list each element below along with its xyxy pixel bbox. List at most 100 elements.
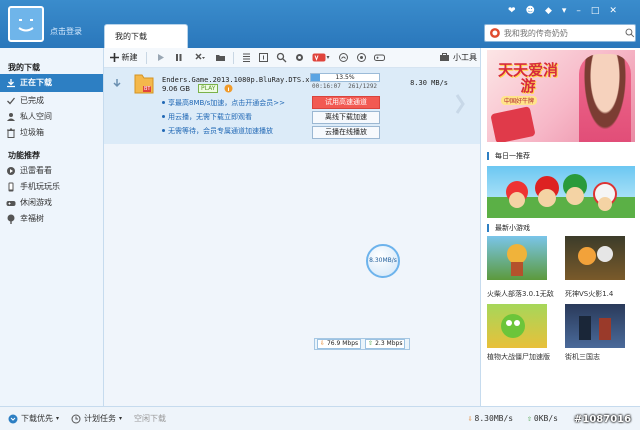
login-link[interactable]: 点击登录 bbox=[50, 26, 82, 37]
download-priority-label: 下载优先 bbox=[21, 414, 53, 423]
bullet bbox=[162, 129, 165, 132]
folder-icon bbox=[215, 55, 225, 61]
gamepad-icon bbox=[373, 54, 385, 61]
open-folder-button[interactable] bbox=[211, 48, 229, 68]
download-task-row[interactable]: BT Enders.Game.2013.1080p.BluRay.DTS.x..… bbox=[104, 68, 480, 144]
network-meter: ⇩ 76.9 Mbps ⇧ 2.3 Mbps bbox=[314, 338, 410, 350]
minimize-button[interactable]: – bbox=[576, 6, 581, 16]
start-button[interactable] bbox=[151, 48, 169, 68]
download-priority-toggle[interactable]: 下载优先 ▾ bbox=[8, 413, 59, 424]
banner-subtitle: 中国好牛牌 bbox=[501, 96, 538, 105]
up-rate-value: 2.3 Mbps bbox=[375, 340, 403, 347]
offline-download-button[interactable]: 离线下载加速 bbox=[312, 111, 380, 124]
daily-recommend-image[interactable] bbox=[487, 166, 635, 218]
game-thumb-stickman[interactable] bbox=[487, 236, 547, 280]
sidebar-item-trash[interactable]: 垃圾箱 bbox=[0, 124, 103, 142]
download-arrow-icon bbox=[113, 79, 121, 88]
search-input[interactable] bbox=[503, 28, 623, 38]
trash-icon bbox=[7, 128, 15, 138]
sidebar-section-recommend: 功能推荐 bbox=[8, 151, 40, 160]
sidebar-section-downloads: 我的下载 bbox=[8, 63, 40, 72]
down-rate-value: 76.9 Mbps bbox=[326, 340, 359, 347]
sidebar-item-tree[interactable]: 幸福树 bbox=[0, 210, 103, 228]
tools-button[interactable]: 小工具 bbox=[436, 48, 480, 68]
game-banner[interactable]: 天天爱消游 中国好牛牌 bbox=[487, 50, 635, 142]
remote-button[interactable] bbox=[352, 48, 370, 68]
vip-speedup-link[interactable]: 享最高8MB/s加速，点击开通会员>> bbox=[168, 98, 285, 108]
sidebar-item-label: 休闲游戏 bbox=[20, 198, 52, 207]
bt-badge: BT bbox=[143, 86, 152, 92]
watermark: #1087016 bbox=[574, 414, 632, 425]
game-button[interactable] bbox=[370, 48, 388, 68]
progress-bar: 13.5% bbox=[310, 73, 380, 82]
delete-button[interactable] bbox=[187, 48, 211, 68]
user-icon[interactable]: ☻ bbox=[526, 6, 535, 16]
pause-icon bbox=[175, 54, 181, 61]
cloud-play-link[interactable]: 用云播，无需下载立即观看 bbox=[168, 112, 252, 122]
pause-button[interactable] bbox=[169, 48, 187, 68]
avatar[interactable] bbox=[8, 6, 44, 42]
scheduled-task-button[interactable]: 计划任务 ▾ bbox=[71, 413, 122, 424]
list-view-button[interactable] bbox=[238, 48, 254, 68]
total-up-speed: ⇧ 0KB/s bbox=[527, 414, 558, 423]
info-icon[interactable] bbox=[224, 84, 233, 93]
bullet bbox=[162, 101, 165, 104]
search-icon[interactable] bbox=[625, 28, 635, 38]
maximize-button[interactable]: □ bbox=[591, 6, 600, 16]
total-down-speed: ⇩ 8.30MB/s bbox=[468, 414, 513, 423]
game-title[interactable]: 植物大战僵尸加速版 bbox=[487, 352, 559, 362]
elapsed-time: 00:16:07 bbox=[312, 83, 341, 90]
details-icon bbox=[258, 53, 268, 62]
progress-percent: 13.5% bbox=[335, 74, 355, 81]
cloud-button[interactable] bbox=[334, 48, 352, 68]
cloud-play-button[interactable]: 云播在线播放 bbox=[312, 126, 380, 139]
try-high-speed-button[interactable]: 试用高速通道 bbox=[312, 96, 380, 109]
daily-recommend-heading: 每日一推荐 bbox=[487, 152, 530, 160]
download-speed: 8.30 MB/s bbox=[410, 79, 448, 87]
down-arrow-icon: ⇩ bbox=[467, 414, 473, 423]
remote-icon bbox=[356, 53, 366, 62]
cloud-icon bbox=[338, 53, 348, 62]
sidebar-item-label: 私人空间 bbox=[20, 112, 52, 121]
clock-icon bbox=[71, 414, 81, 423]
close-button[interactable]: ✕ bbox=[609, 6, 617, 16]
delete-icon bbox=[194, 53, 205, 60]
file-size: 9.06 GB bbox=[162, 85, 191, 93]
chevron-right-icon[interactable] bbox=[454, 92, 466, 116]
vip-button[interactable]: ▾ bbox=[308, 48, 334, 68]
speed-ball[interactable]: 8.30MB/s bbox=[366, 244, 400, 278]
vip-channel-link[interactable]: 无需等待，会员专属通道加速播放 bbox=[168, 126, 273, 136]
tab-my-downloads[interactable]: 我的下载 bbox=[104, 24, 188, 48]
game-thumb-bleach-naruto[interactable] bbox=[565, 236, 625, 280]
details-button[interactable] bbox=[254, 48, 272, 68]
favorite-icon[interactable]: ❤ bbox=[508, 6, 516, 16]
play-badge-label: PLAY bbox=[201, 85, 216, 92]
idle-download-button[interactable]: 空闲下载 bbox=[134, 413, 166, 424]
play-badge[interactable]: PLAY bbox=[198, 84, 219, 93]
total-down-value: 8.30MB/s bbox=[474, 414, 514, 423]
down-arrow-icon: ⇩ bbox=[320, 340, 326, 347]
gear-icon bbox=[295, 54, 303, 61]
tree-icon bbox=[7, 214, 15, 224]
sidebar-item-label: 已完成 bbox=[20, 96, 44, 105]
new-task-button[interactable]: 新建 bbox=[104, 48, 142, 68]
download-icon bbox=[7, 79, 15, 88]
search-engine-icon[interactable] bbox=[489, 27, 501, 39]
chevron-down-icon: ▾ bbox=[119, 415, 123, 422]
search-box[interactable] bbox=[484, 24, 636, 42]
game-title[interactable]: 火柴人部落3.0.1无敌 bbox=[487, 289, 559, 299]
pieces-count: 261/1292 bbox=[348, 83, 378, 90]
skin-icon[interactable]: ◆ bbox=[545, 6, 552, 16]
game-title[interactable]: 死神VS火影1.4 bbox=[565, 289, 637, 299]
settings-button[interactable] bbox=[290, 48, 308, 68]
game-thumb-pvz[interactable] bbox=[487, 304, 547, 348]
menu-icon[interactable]: ▾ bbox=[562, 6, 567, 16]
vip-icon bbox=[312, 53, 326, 62]
game-title[interactable]: 街机三国志 bbox=[565, 352, 637, 362]
find-button[interactable] bbox=[272, 48, 290, 68]
sidebar-item-downloading[interactable]: 正在下载 bbox=[0, 74, 103, 92]
cards-image bbox=[490, 106, 536, 142]
sidebar: 我的下载 正在下载 已完成 私人空间 垃圾箱 功能推荐 迅雷看看 手机玩玩乐 休… bbox=[0, 48, 104, 406]
game-thumb-three-kingdoms[interactable] bbox=[565, 304, 625, 348]
up-rate: ⇧ 2.3 Mbps bbox=[365, 339, 406, 349]
